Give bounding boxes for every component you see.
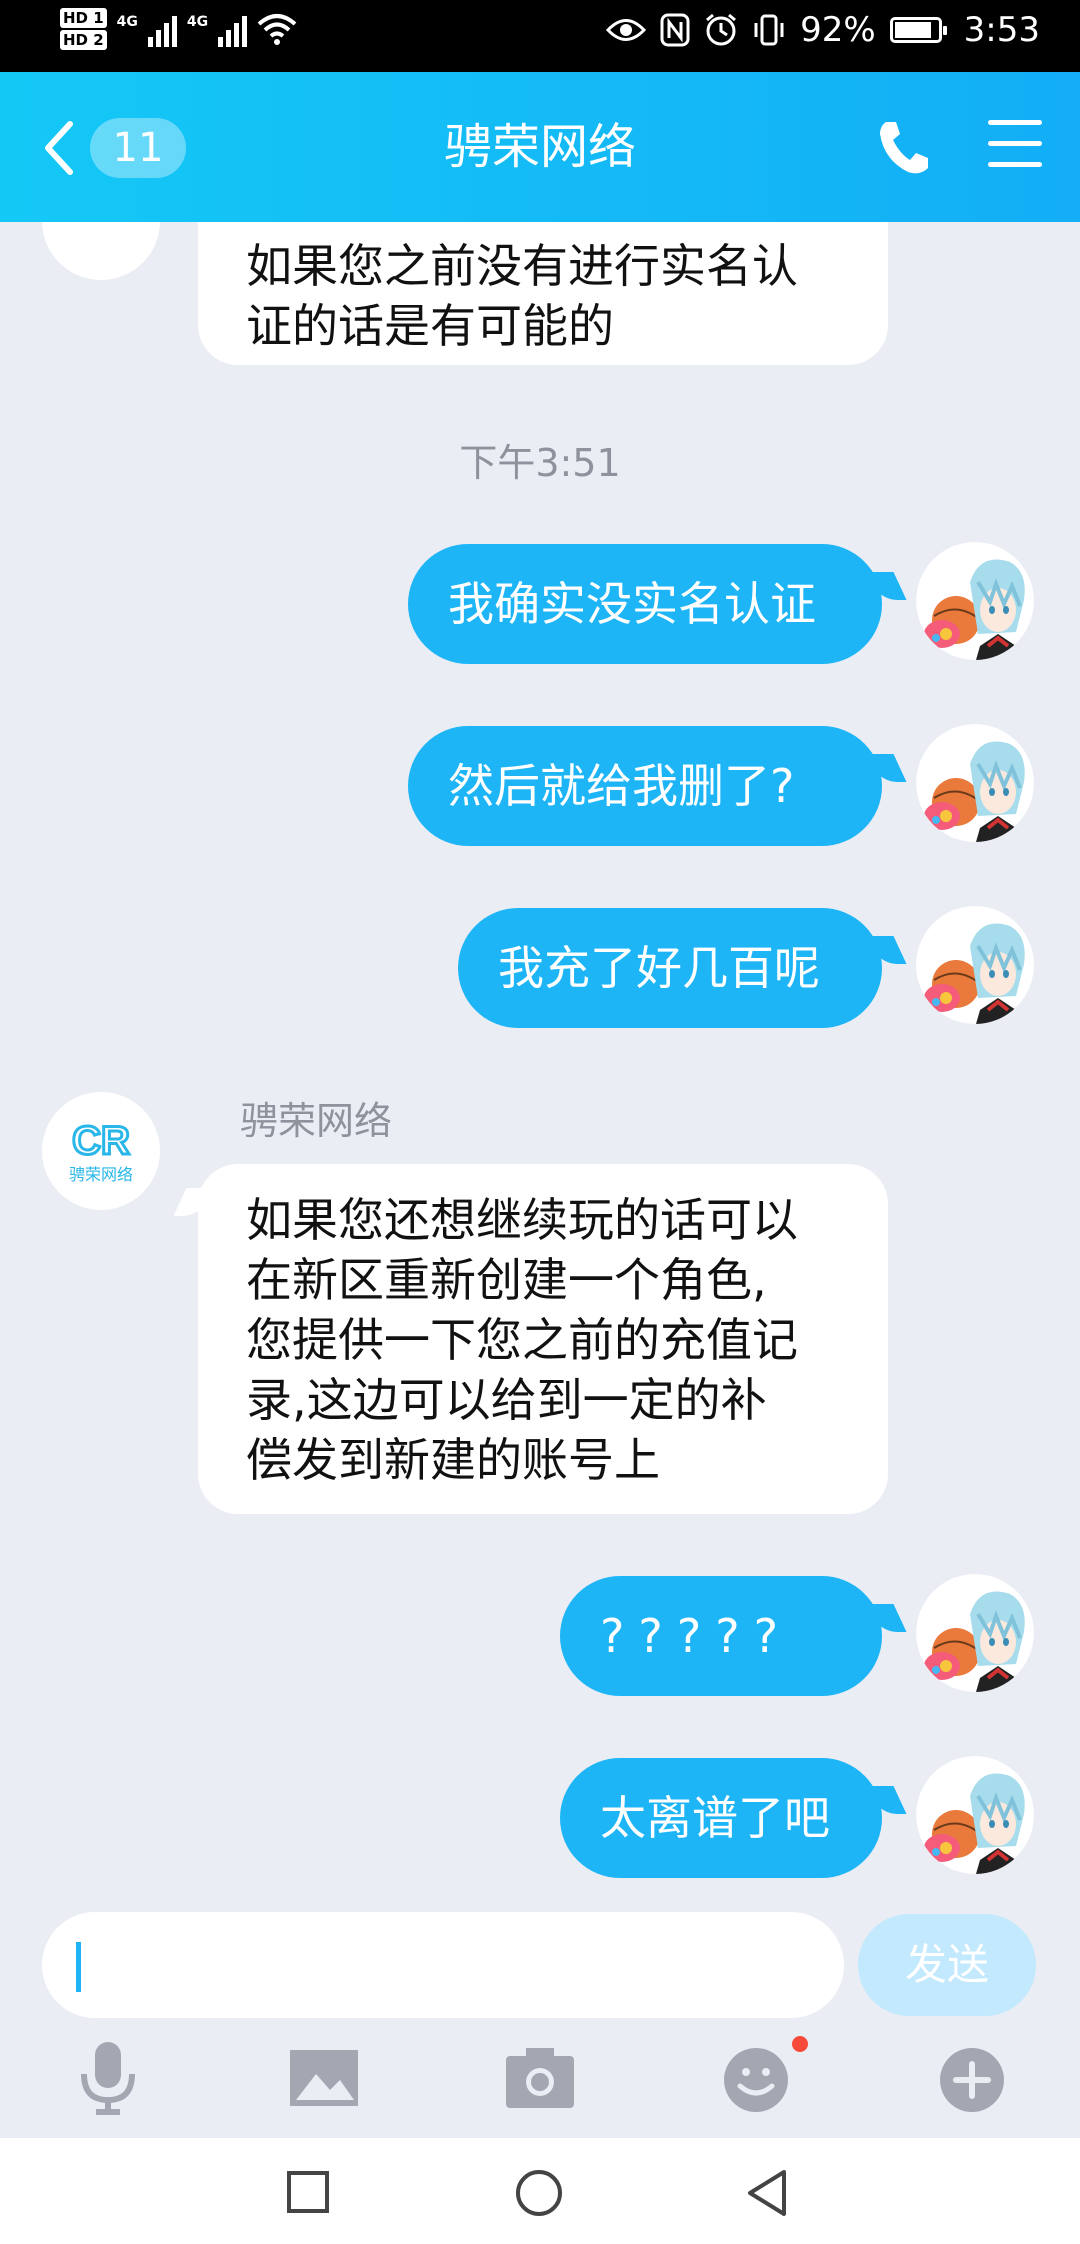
back-icon[interactable]	[744, 2168, 788, 2218]
plus-icon[interactable]	[932, 2038, 1012, 2118]
message-text: 然后就给我删了?	[448, 759, 795, 813]
message-text: 太离谱了吧	[600, 1791, 830, 1845]
user-avatar[interactable]	[916, 1574, 1034, 1692]
message-line: 如果您还想继续玩的话可以	[246, 1193, 798, 1247]
company-avatar[interactable]: CR 骋荣网络	[42, 1092, 160, 1210]
sender-name: 骋荣网络	[240, 1099, 393, 1143]
emoji-icon[interactable]	[716, 2038, 796, 2118]
nfc-icon	[660, 13, 690, 47]
send-button[interactable]: 发送	[858, 1914, 1036, 2016]
sim1-label: HD 1	[60, 8, 107, 28]
microphone-icon[interactable]	[68, 2038, 148, 2118]
outgoing-message[interactable]: 太离谱了吧	[560, 1758, 882, 1878]
incoming-message[interactable]: 如果您之前没有进行实名认 证的话是有可能的	[198, 222, 888, 365]
svg-text:骋荣网络: 骋荣网络	[69, 1165, 133, 1184]
message-line: 如果您之前没有进行实名认	[246, 239, 798, 293]
status-bar: HD 1 HD 2 4G 4G 92% 3:53	[0, 0, 1080, 72]
battery-icon	[889, 17, 947, 43]
user-avatar[interactable]	[916, 1756, 1034, 1874]
input-toolbar	[0, 2032, 1080, 2138]
message-line: 偿发到新建的账号上	[246, 1433, 660, 1487]
outgoing-message[interactable]: 我充了好几百呢	[458, 908, 882, 1028]
sim-labels: HD 1 HD 2	[60, 8, 107, 50]
composer: 发送	[0, 1912, 1080, 2032]
message-text: 我充了好几百呢	[498, 941, 820, 995]
recent-apps-icon[interactable]	[286, 2170, 330, 2214]
cr-logo-icon: CR 骋荣网络	[69, 1118, 133, 1185]
timestamp: 下午3:51	[459, 441, 621, 485]
wifi-icon	[257, 14, 297, 45]
message-text: 我确实没实名认证	[448, 577, 816, 631]
network-indicators: HD 1 HD 2 4G 4G	[60, 8, 297, 50]
company-avatar-top[interactable]	[42, 222, 160, 280]
alarm-icon	[706, 13, 737, 46]
text-cursor	[76, 1942, 81, 1992]
vibrate-icon	[754, 14, 784, 46]
message-line: 在新区重新创建一个角色,	[246, 1253, 767, 1307]
message-text: ?????	[600, 1609, 793, 1663]
svg-text:CR: CR	[72, 1119, 130, 1163]
phone-icon[interactable]	[876, 118, 930, 178]
network-type-1: 4G	[116, 14, 138, 30]
message-line: 录,这边可以给到一定的补	[246, 1373, 767, 1427]
outgoing-message[interactable]: 我确实没实名认证	[408, 544, 882, 664]
message-line: 证的话是有可能的	[246, 299, 614, 353]
home-icon[interactable]	[514, 2168, 564, 2218]
message-input[interactable]	[42, 1912, 844, 2018]
outgoing-message[interactable]: ?????	[560, 1576, 882, 1696]
system-nav-bar	[0, 2138, 1080, 2244]
status-icons: 92% 3:53	[606, 10, 1040, 50]
user-avatar[interactable]	[916, 724, 1034, 842]
network-type-2: 4G	[186, 14, 209, 30]
eye-icon	[606, 19, 647, 41]
clock: 3:53	[963, 10, 1040, 50]
image-icon[interactable]	[284, 2038, 364, 2118]
incoming-message[interactable]: 如果您还想继续玩的话可以 在新区重新创建一个角色, 您提供一下您之前的充值记 录…	[198, 1164, 888, 1514]
menu-icon[interactable]	[988, 120, 1042, 168]
outgoing-message[interactable]: 然后就给我删了?	[408, 726, 882, 846]
notification-dot	[792, 2036, 808, 2052]
user-avatar[interactable]	[916, 542, 1034, 660]
message-list[interactable]: 如果您之前没有进行实名认 证的话是有可能的 下午3:51 我确实没实名认证 然后…	[0, 222, 1080, 1912]
signal-icon-2	[218, 11, 248, 47]
battery-percent: 92%	[800, 10, 876, 50]
sim2-label: HD 2	[60, 30, 107, 50]
chat-header: 11 骋荣网络	[0, 72, 1080, 222]
signal-icon	[147, 11, 177, 47]
message-line: 您提供一下您之前的充值记	[246, 1313, 798, 1367]
camera-icon[interactable]	[500, 2038, 580, 2118]
user-avatar[interactable]	[916, 906, 1034, 1024]
